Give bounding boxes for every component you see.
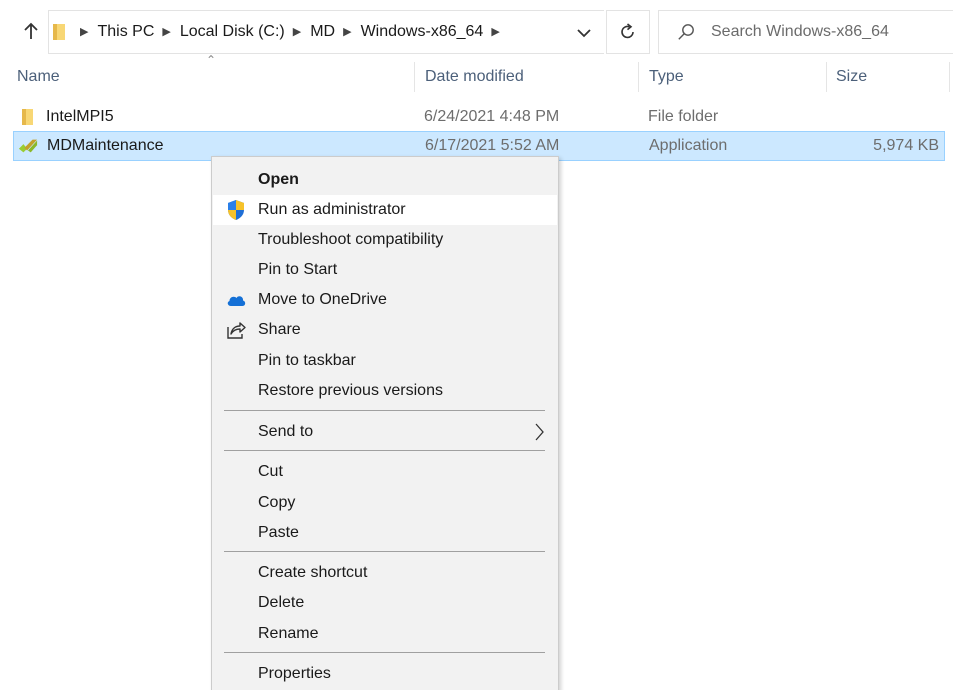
menu-item-create-shortcut[interactable]: Create shortcut: [213, 558, 557, 588]
breadcrumb-item[interactable]: This PC: [97, 23, 154, 41]
menu-item-copy[interactable]: Copy: [213, 488, 557, 518]
menu-item-troubleshoot-compatibility[interactable]: Troubleshoot compatibility: [213, 225, 557, 255]
menu-item-pin-to-taskbar[interactable]: Pin to taskbar: [213, 346, 557, 376]
menu-item-rename[interactable]: Rename: [213, 619, 557, 649]
menu-item-cut[interactable]: Cut: [213, 457, 557, 487]
file-type: File folder: [648, 108, 719, 125]
app-icon: [18, 137, 38, 155]
menu-item-label: Delete: [258, 594, 305, 611]
breadcrumb: ▶ This PC ▶ Local Disk (C:) ▶ MD ▶ Windo…: [52, 10, 509, 54]
file-date-modified: 6/17/2021 5:52 AM: [425, 137, 560, 154]
uac-shield-icon: [225, 199, 247, 221]
menu-item-restore-previous-versions[interactable]: Restore previous versions: [213, 376, 557, 406]
menu-item-label: Pin to Start: [258, 261, 338, 278]
refresh-icon: [621, 23, 634, 39]
menu-item-pin-to-start[interactable]: Pin to Start: [213, 255, 557, 285]
breadcrumb-item[interactable]: MD: [310, 23, 335, 41]
menu-item-delete[interactable]: Delete: [213, 588, 557, 618]
breadcrumb-item[interactable]: Local Disk (C:): [180, 23, 285, 41]
search-icon: [677, 23, 695, 41]
chevron-right-icon[interactable]: ▶: [80, 25, 88, 38]
menu-item-label: Open: [258, 171, 299, 188]
menu-item-label: Share: [258, 321, 301, 338]
column-header-date-modified[interactable]: Date modified: [414, 62, 638, 92]
up-button[interactable]: [18, 18, 44, 44]
column-header-type[interactable]: Type: [638, 62, 826, 92]
menu-separator: [224, 450, 545, 451]
menu-item-label: Restore previous versions: [258, 382, 443, 399]
menu-item-share[interactable]: Share: [213, 315, 557, 345]
menu-item-paste[interactable]: Paste: [213, 518, 557, 548]
file-row-intelmpi5[interactable]: IntelMPI5 6/24/2021 4:48 PM File folder: [13, 102, 945, 132]
chevron-right-icon[interactable]: ▶: [491, 25, 499, 38]
file-date-modified: 6/24/2021 4:48 PM: [424, 108, 560, 125]
menu-item-open[interactable]: Open: [213, 165, 557, 195]
share-icon: [225, 319, 247, 341]
menu-separator: [224, 551, 545, 552]
chevron-right-icon: [534, 423, 544, 441]
menu-item-send-to[interactable]: Send to: [213, 417, 557, 447]
address-bar-region: ▶ This PC ▶ Local Disk (C:) ▶ MD ▶ Windo…: [0, 0, 953, 62]
chevron-right-icon[interactable]: ▶: [343, 25, 351, 38]
name-cell: IntelMPI5: [17, 108, 114, 126]
context-menu: Open Run as administrator Troubleshoot c…: [211, 156, 559, 690]
menu-item-label: Copy: [258, 494, 296, 511]
menu-item-label: Paste: [258, 524, 299, 541]
folder-icon: [52, 23, 66, 41]
file-type: Application: [649, 137, 728, 154]
menu-item-label: Run as administrator: [258, 201, 406, 218]
file-size: 5,974 KB: [873, 137, 939, 154]
menu-item-properties[interactable]: Properties: [213, 659, 557, 689]
menu-item-run-as-administrator[interactable]: Run as administrator: [213, 195, 557, 225]
search-placeholder: Search Windows-x86_64: [711, 23, 889, 40]
menu-item-label: Properties: [258, 665, 331, 682]
column-header-size[interactable]: Size: [826, 62, 950, 92]
history-dropdown-button[interactable]: [572, 22, 596, 44]
menu-item-label: Rename: [258, 625, 319, 642]
menu-separator: [224, 410, 545, 411]
menu-separator: [224, 652, 545, 653]
column-header-name[interactable]: Name: [17, 62, 414, 92]
chevron-right-icon[interactable]: ▶: [293, 25, 301, 38]
menu-item-move-to-onedrive[interactable]: Move to OneDrive: [213, 285, 557, 315]
file-name: MDMaintenance: [47, 137, 164, 154]
chevron-down-icon: [577, 29, 591, 38]
chevron-right-icon[interactable]: ▶: [162, 25, 170, 38]
search-input[interactable]: Search Windows-x86_64: [658, 10, 953, 54]
menu-item-label: Create shortcut: [258, 564, 368, 581]
menu-item-label: Move to OneDrive: [258, 291, 387, 308]
menu-item-label: Troubleshoot compatibility: [258, 231, 444, 248]
arrow-up-icon: [24, 22, 38, 39]
name-cell: MDMaintenance: [18, 137, 164, 155]
menu-item-label: Cut: [258, 463, 283, 480]
menu-item-label: Pin to taskbar: [258, 352, 356, 369]
file-name: IntelMPI5: [46, 108, 114, 125]
menu-item-label: Send to: [258, 423, 314, 440]
breadcrumb-item[interactable]: Windows-x86_64: [361, 23, 484, 41]
onedrive-cloud-icon: [225, 289, 247, 311]
file-explorer-window: ▶ This PC ▶ Local Disk (C:) ▶ MD ▶ Windo…: [0, 0, 953, 690]
refresh-button[interactable]: [606, 10, 650, 54]
folder-icon: [17, 108, 37, 126]
